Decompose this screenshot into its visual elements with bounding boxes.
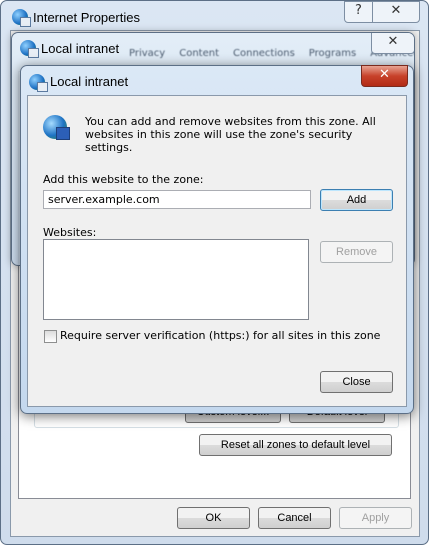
add-website-input[interactable]	[43, 190, 311, 209]
globe-computer-icon	[43, 115, 70, 140]
help-button[interactable]: ?	[344, 1, 373, 23]
tab-privacy[interactable]: Privacy	[129, 48, 165, 59]
local-intranet-dialog: Local intranet ✕ You can add and remove …	[20, 65, 414, 414]
tab-programs[interactable]: Programs	[309, 48, 356, 59]
tab-content[interactable]: Content	[179, 48, 219, 59]
tab-connections[interactable]: Connections	[233, 48, 295, 59]
middle-close-button[interactable]: ✕	[371, 33, 414, 54]
add-website-label: Add this website to the zone:	[43, 173, 204, 186]
add-button[interactable]: Add	[320, 189, 393, 211]
window-title: Internet Properties	[33, 10, 140, 25]
intranet-icon	[20, 40, 39, 58]
remove-button[interactable]: Remove	[320, 241, 393, 263]
dialog-close-button[interactable]: ✕	[361, 65, 408, 87]
intranet-icon	[29, 74, 48, 92]
dialog-client: You can add and remove websites from thi…	[27, 95, 407, 407]
zone-description: You can add and remove websites from thi…	[85, 115, 376, 154]
ok-button[interactable]: OK	[177, 507, 250, 529]
websites-label: Websites:	[43, 226, 97, 239]
reset-all-zones-button[interactable]: Reset all zones to default level	[199, 434, 392, 456]
websites-list[interactable]	[43, 239, 309, 320]
close-button[interactable]: Close	[320, 371, 393, 393]
middle-window-title: Local intranet	[41, 41, 120, 56]
cancel-button[interactable]: Cancel	[258, 507, 331, 529]
apply-button[interactable]: Apply	[339, 507, 412, 529]
internet-icon	[12, 9, 31, 27]
require-https-label[interactable]: Require server verification (https:) for…	[60, 329, 380, 342]
require-https-checkbox[interactable]	[44, 330, 57, 343]
dialog-title: Local intranet	[50, 74, 129, 89]
close-button[interactable]: ✕	[372, 1, 420, 23]
